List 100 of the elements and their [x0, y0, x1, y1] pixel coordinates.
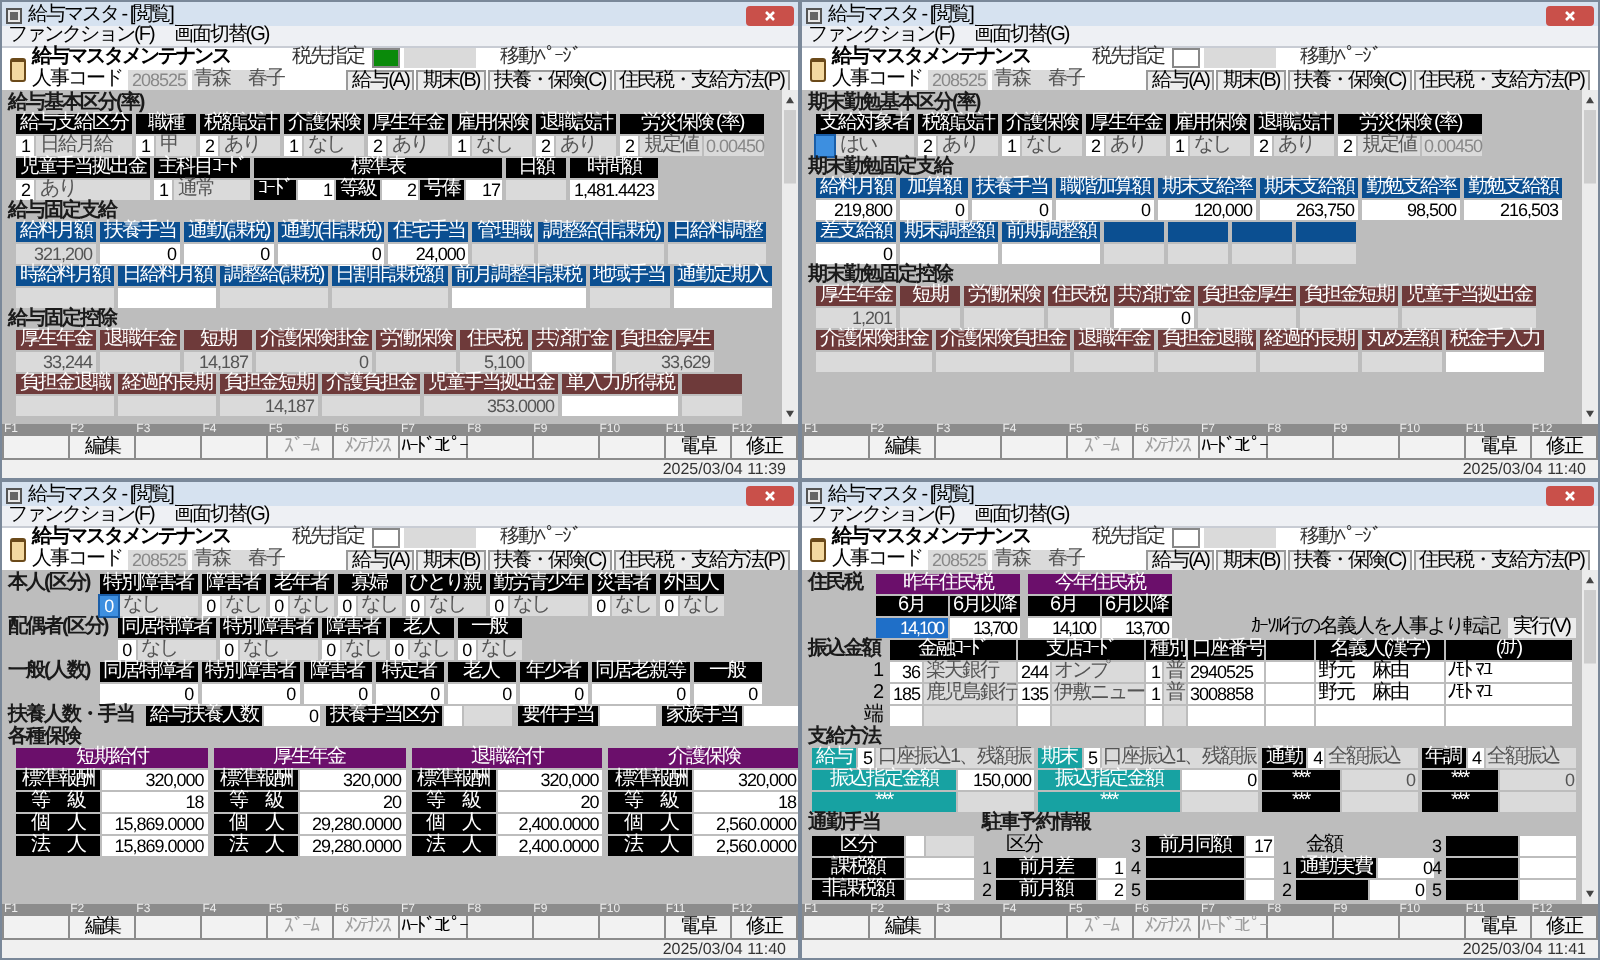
value-field[interactable]: 0 — [1341, 770, 1418, 790]
color-swatch[interactable] — [372, 47, 400, 67]
value-field[interactable]: 0 — [1500, 770, 1576, 790]
page-button[interactable]: 給与(A) — [346, 69, 415, 91]
function-key-button[interactable] — [4, 436, 69, 458]
menu-item[interactable]: 画面切替(G) — [173, 506, 269, 526]
value-field[interactable]: 29,280.0000 — [299, 814, 405, 834]
value-field[interactable] — [538, 244, 665, 264]
value-field[interactable] — [376, 352, 456, 372]
value-field[interactable]: なし — [611, 596, 656, 616]
value-field[interactable] — [1164, 706, 1186, 726]
value-field[interactable]: 0 — [1114, 308, 1194, 328]
value-field[interactable]: オンプ — [1052, 662, 1144, 682]
value-field[interactable]: 0 — [972, 200, 1052, 220]
function-key-button[interactable] — [202, 916, 267, 938]
code-field[interactable]: 2 — [368, 136, 386, 156]
execute-button[interactable]: 実行(V) — [1507, 618, 1576, 638]
value-field[interactable]: 0 — [277, 244, 385, 264]
code-field[interactable]: 0 — [219, 640, 238, 660]
scrollbar[interactable] — [782, 90, 798, 424]
page-button[interactable]: 期末(B) — [416, 549, 486, 571]
page-button[interactable]: 給与(A) — [1146, 69, 1215, 91]
code-field[interactable]: 0 — [337, 596, 356, 616]
value-field[interactable]: 244 — [1018, 662, 1050, 682]
value-field[interactable]: 14,187 — [220, 396, 318, 416]
value-field[interactable]: あり — [1274, 136, 1334, 156]
value-field[interactable] — [1296, 244, 1356, 264]
value-field[interactable]: 口座振込1、残額振 — [876, 748, 1034, 768]
page-button[interactable]: 期末(B) — [1216, 549, 1286, 571]
code-field[interactable]: 1 — [1002, 136, 1020, 156]
value-field[interactable] — [1341, 792, 1418, 812]
value-field[interactable]: 0 — [519, 684, 588, 704]
value-field[interactable] — [1018, 706, 1050, 726]
value-field[interactable]: なし — [289, 596, 334, 616]
value-field[interactable]: 320,000 — [299, 770, 405, 790]
close-button[interactable] — [746, 5, 794, 25]
value-field[interactable] — [1500, 792, 1576, 812]
function-key-button[interactable] — [1333, 436, 1398, 458]
value-field[interactable] — [600, 706, 656, 726]
code-field[interactable] — [906, 836, 924, 856]
value-field[interactable]: 219,800 — [816, 200, 896, 220]
value-field[interactable]: 20 — [497, 792, 603, 812]
value-field[interactable]: 口座振込1、残額振 — [1101, 748, 1259, 768]
page-button[interactable]: 期末(B) — [416, 69, 486, 91]
value-field[interactable]: 17 — [466, 180, 502, 200]
value-field[interactable] — [1146, 706, 1162, 726]
menu-item[interactable]: ファンクション(F) — [8, 506, 154, 526]
value-field[interactable] — [1246, 880, 1274, 900]
value-field[interactable]: 14,100 — [876, 618, 947, 638]
value-field[interactable]: 1,481.4423 — [570, 180, 659, 200]
value-field[interactable] — [16, 288, 114, 308]
function-key-button[interactable]: 編集 — [70, 916, 135, 938]
value-field[interactable]: 全額振込 — [1326, 748, 1418, 768]
value-field[interactable]: なし — [119, 596, 198, 616]
value-field[interactable] — [668, 244, 767, 264]
close-button[interactable] — [1546, 5, 1594, 25]
value-field[interactable]: 0 — [256, 352, 372, 372]
value-field[interactable]: あり — [388, 136, 448, 156]
value-field[interactable]: 0 — [1182, 770, 1259, 790]
value-field[interactable]: なし — [137, 640, 216, 660]
value-field[interactable]: 185 — [890, 684, 922, 704]
function-key-button[interactable] — [1399, 436, 1464, 458]
page-button[interactable]: 住民税・支給方法(P) — [1413, 549, 1590, 571]
value-field[interactable] — [924, 706, 1016, 726]
value-field[interactable] — [1198, 308, 1296, 328]
value-field[interactable] — [900, 244, 998, 264]
menu-item[interactable]: ファンクション(F) — [808, 26, 954, 46]
value-field[interactable]: 0 — [816, 244, 896, 264]
value-field[interactable] — [1052, 706, 1144, 726]
function-key-button[interactable] — [1333, 916, 1398, 938]
value-field[interactable]: 楽天銀行 — [924, 662, 1016, 682]
page-button[interactable]: 給与(A) — [1146, 549, 1215, 571]
value-field[interactable]: 1 — [298, 180, 334, 200]
value-field[interactable] — [404, 47, 476, 67]
value-field[interactable]: 2,560.0000 — [694, 814, 798, 834]
page-button[interactable]: 扶養・保険(C) — [487, 549, 612, 571]
value-field[interactable] — [1260, 352, 1358, 372]
value-field[interactable]: 0 — [447, 684, 516, 704]
function-key-button[interactable]: ﾊｰﾄﾞｺﾋﾟｰ — [400, 916, 466, 938]
value-field[interactable]: 日給月給 — [36, 136, 132, 156]
value-field[interactable] — [1446, 352, 1544, 372]
function-key-button[interactable]: 編集 — [70, 436, 135, 458]
page-button[interactable]: 扶養・保険(C) — [487, 69, 612, 91]
value-field[interactable]: なし — [409, 640, 454, 660]
value-field[interactable]: 青森 春子 — [192, 550, 280, 570]
value-field[interactable]: 321,200 — [16, 244, 96, 264]
page-button[interactable]: 住民税・支給方法(P) — [613, 69, 790, 91]
value-field[interactable]: なし — [509, 596, 588, 616]
function-key-button[interactable]: 電卓 — [665, 916, 730, 938]
value-field[interactable]: 120,000 — [1158, 200, 1256, 220]
value-field[interactable]: 0 — [264, 706, 320, 726]
value-field[interactable] — [1204, 527, 1276, 547]
value-field[interactable]: 2940525 — [1188, 662, 1264, 682]
function-key-button[interactable]: 修正 — [1531, 916, 1596, 938]
function-key-button[interactable]: ﾊｰﾄﾞｺﾋﾟｰ — [1200, 436, 1266, 458]
code-field[interactable] — [816, 136, 834, 156]
code-field[interactable]: 2 — [1338, 136, 1356, 156]
menu-item[interactable]: ファンクション(F) — [8, 26, 154, 46]
value-field[interactable]: 36 — [890, 662, 922, 682]
value-field[interactable] — [964, 308, 1044, 328]
